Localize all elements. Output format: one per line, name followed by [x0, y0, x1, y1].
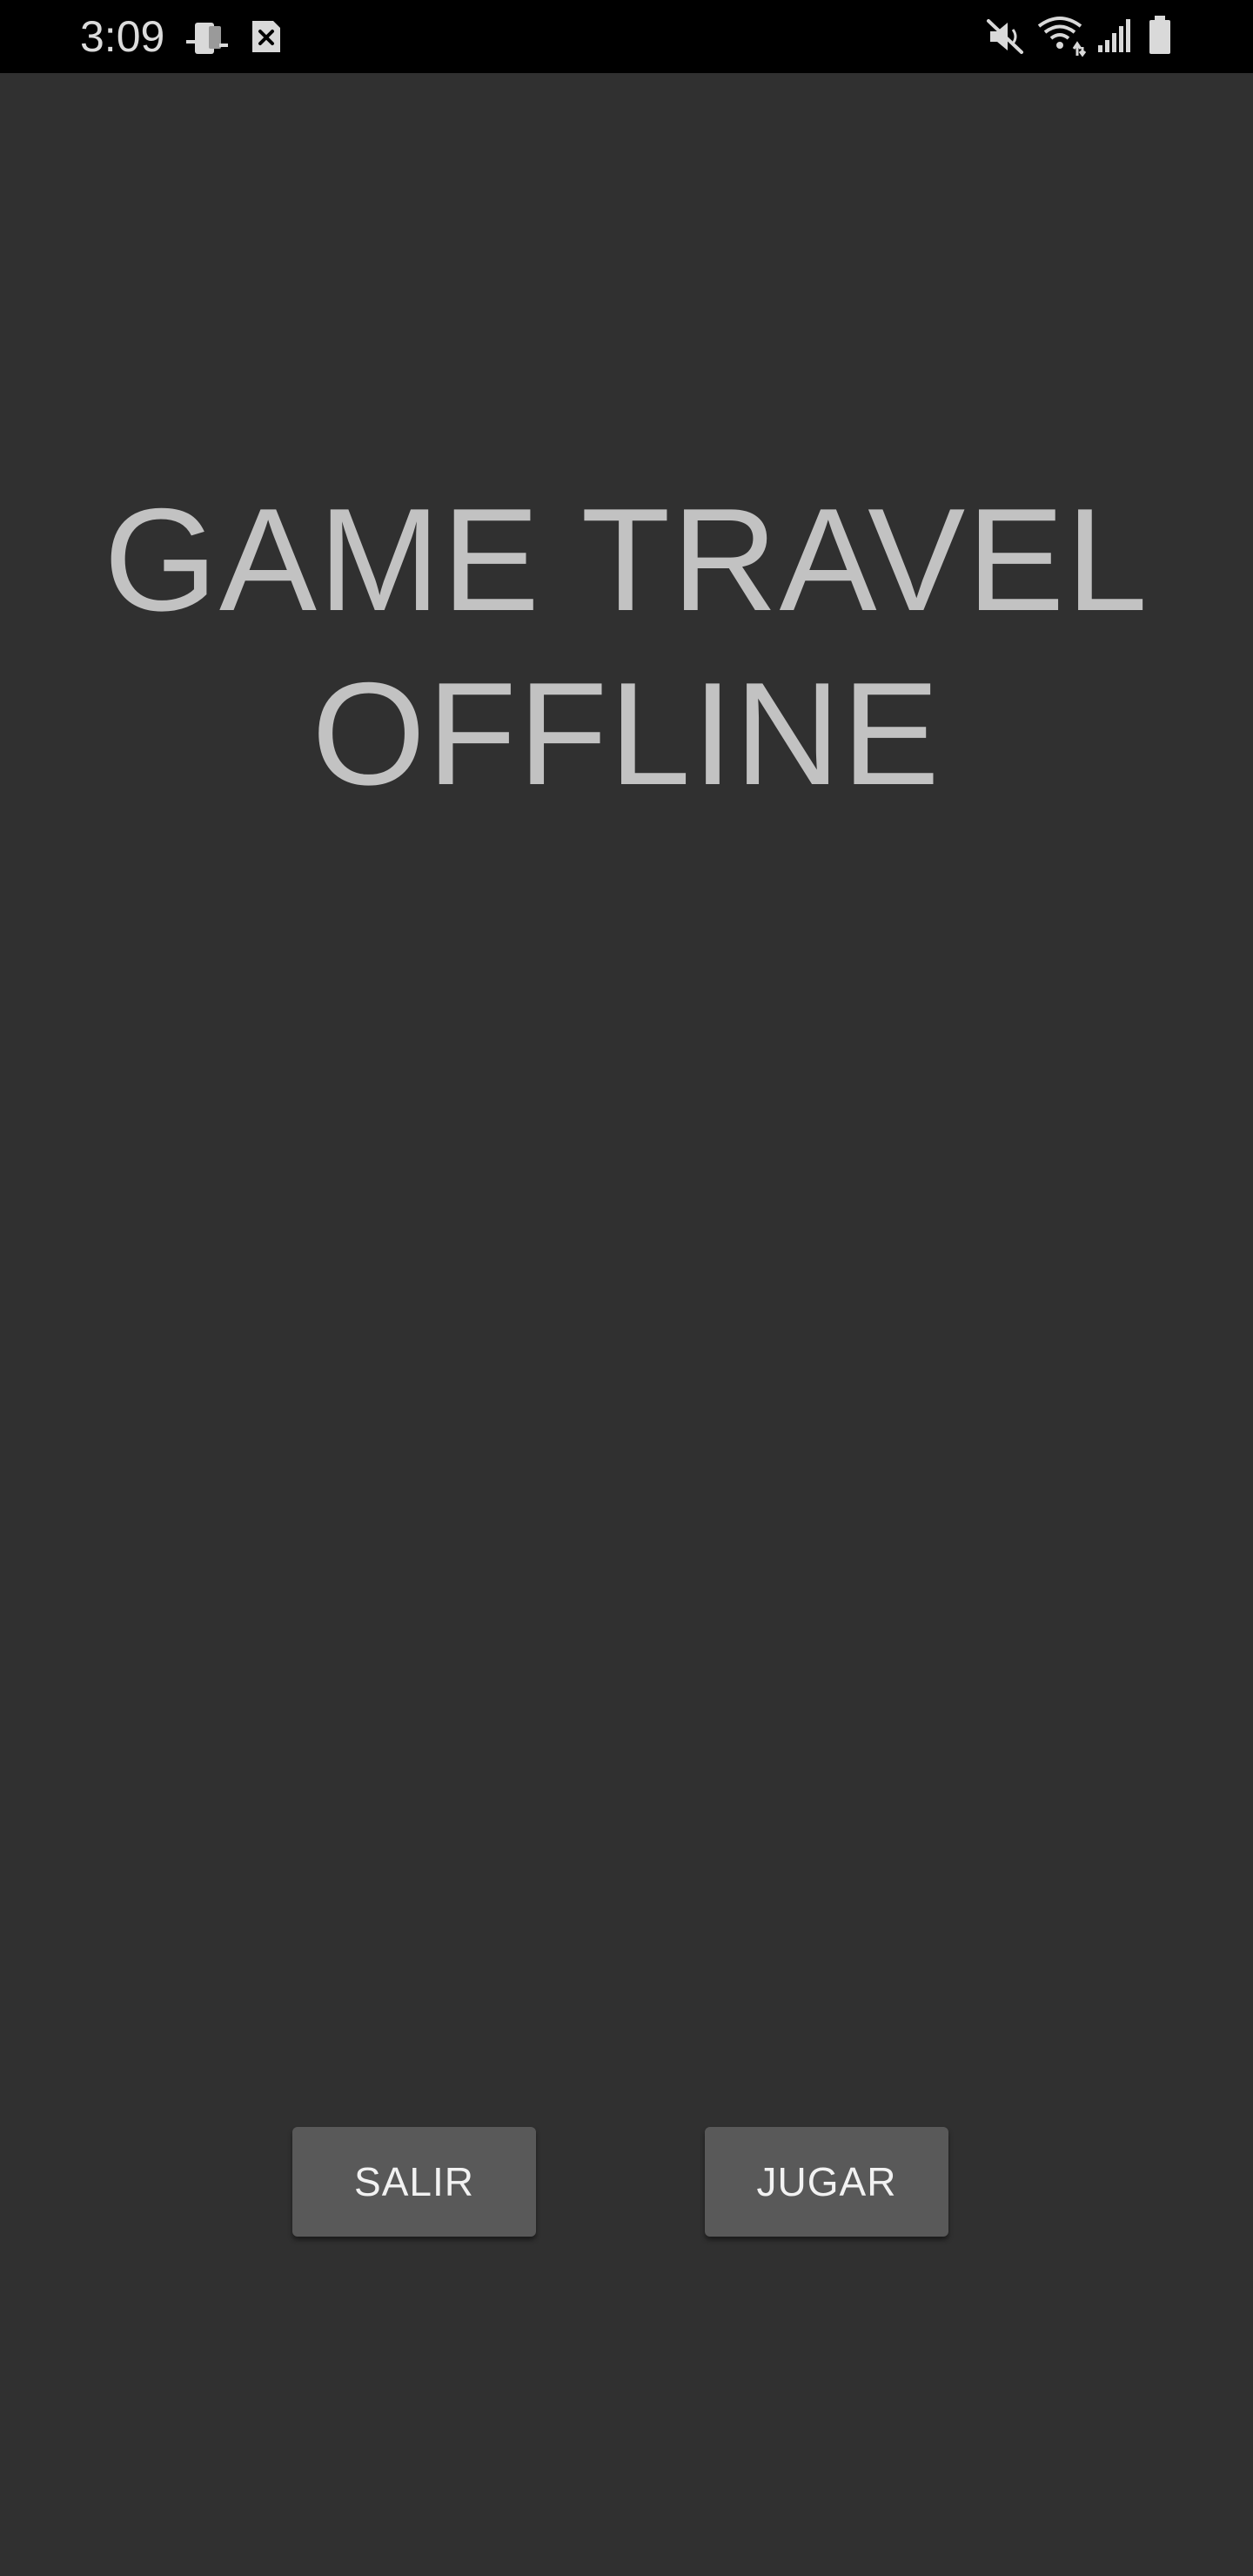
mute-icon [987, 19, 1023, 54]
app-title-line-1: GAME TRAVEL [104, 477, 1149, 641]
cell-signal-icon [1098, 19, 1130, 52]
phone-notification-icon [186, 23, 228, 54]
wifi-icon [1037, 17, 1087, 57]
status-bar: 3:09 [0, 0, 1253, 73]
sim-notification-icon [252, 21, 280, 52]
status-time: 3:09 [80, 12, 165, 61]
battery-icon [1149, 16, 1170, 54]
play-button[interactable]: JUGAR [705, 2127, 948, 2237]
app-title-line-2: OFFLINE [312, 651, 941, 815]
exit-button[interactable]: SALIR [292, 2127, 536, 2237]
app-title: GAME TRAVEL OFFLINE [0, 473, 1253, 821]
